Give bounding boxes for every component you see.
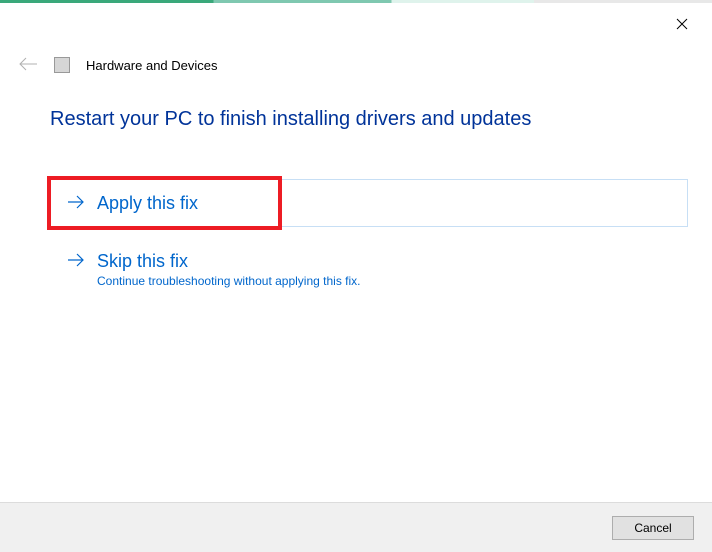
header: Hardware and Devices bbox=[18, 55, 694, 75]
close-button[interactable] bbox=[670, 12, 694, 36]
page-heading: Restart your PC to finish installing dri… bbox=[50, 108, 688, 131]
troubleshooter-icon bbox=[54, 57, 70, 73]
window-title: Hardware and Devices bbox=[86, 58, 218, 73]
content-area: Restart your PC to finish installing dri… bbox=[50, 108, 688, 301]
skip-fix-sublabel: Continue troubleshooting without applyin… bbox=[97, 274, 361, 288]
cancel-button[interactable]: Cancel bbox=[612, 516, 694, 540]
footer: Cancel bbox=[0, 502, 712, 552]
close-icon bbox=[676, 18, 688, 30]
arrow-right-icon bbox=[67, 192, 85, 214]
skip-fix-label: Skip this fix bbox=[97, 250, 361, 272]
window-top-accent bbox=[0, 0, 712, 3]
arrow-right-icon bbox=[67, 250, 85, 272]
back-arrow-icon bbox=[18, 55, 38, 75]
apply-fix-label: Apply this fix bbox=[97, 192, 198, 214]
skip-fix-option[interactable]: Skip this fix Continue troubleshooting w… bbox=[50, 237, 688, 301]
apply-fix-option[interactable]: Apply this fix bbox=[50, 179, 688, 227]
